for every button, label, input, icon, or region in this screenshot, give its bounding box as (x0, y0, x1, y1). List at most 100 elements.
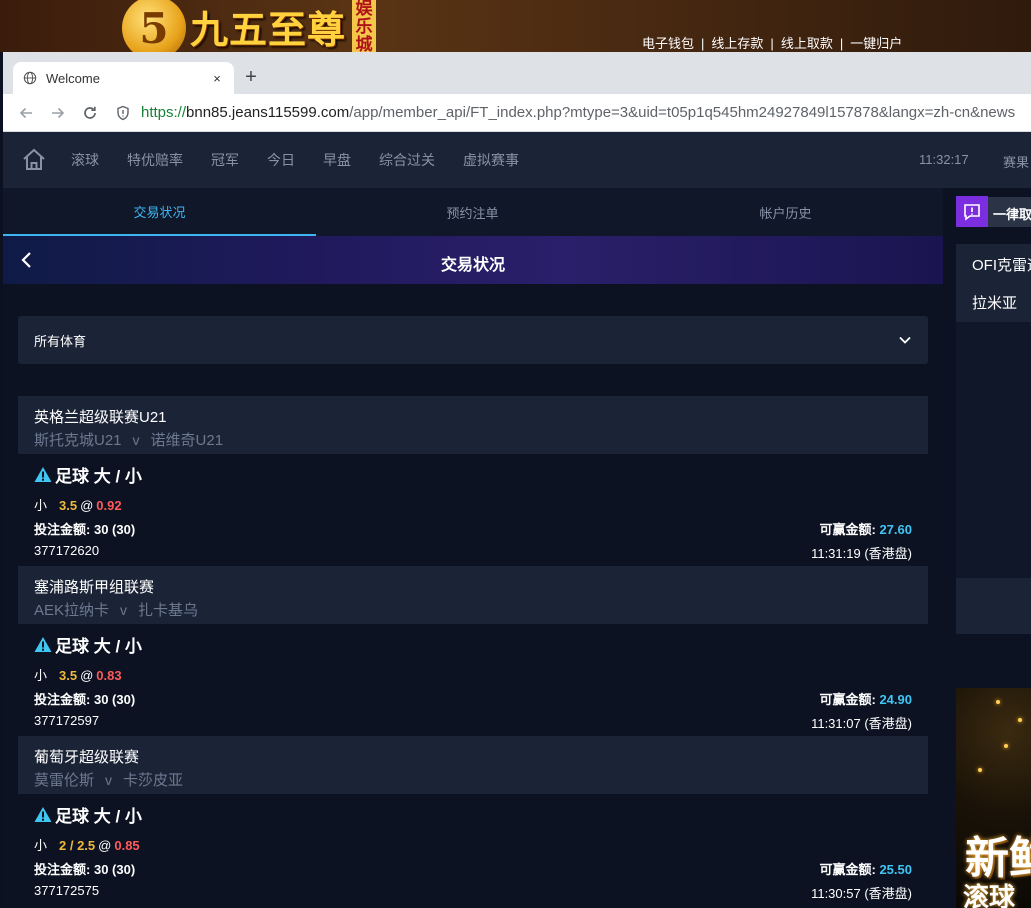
tab-account-history[interactable]: 帐户历史 (629, 188, 942, 236)
selection-odds: 0.83 (96, 668, 122, 683)
site-logo[interactable]: 5 九五至尊 娱乐城 (122, 0, 377, 60)
bet-time: 11:31:19 (香港盘) (811, 546, 912, 561)
nav-item-parlay[interactable]: 综合过关 (379, 150, 435, 170)
message-button[interactable] (956, 196, 988, 227)
win-label: 可赢金额: (819, 522, 876, 537)
home-icon[interactable] (21, 147, 47, 173)
nav-item-today[interactable]: 今日 (267, 150, 295, 170)
close-icon[interactable]: × (210, 71, 224, 86)
market-title: 足球 大 / 小 (34, 802, 142, 827)
stake-amount: 投注金额: 30 (30) (34, 689, 135, 708)
sport-filter-select[interactable]: 所有体育 (18, 316, 928, 364)
home-team: 莫雷伦斯 (34, 772, 95, 789)
page-title: 交易状况 (440, 257, 505, 274)
bet-time: 11:30:57 (香港盘) (811, 886, 912, 901)
market-name: 足球 大 / 小 (55, 637, 142, 656)
nav-item-virtual[interactable]: 虚拟赛事 (463, 150, 519, 170)
bet-selection: 小 3.5 @0.92 (34, 495, 122, 514)
right-panel-footer (956, 578, 1031, 634)
bet-selection: 小 2 / 2.5 @0.85 (34, 835, 140, 854)
link-separator: | (839, 36, 844, 51)
tab-strip: Welcome × + (3, 52, 1031, 94)
potential-win: 可赢金额: 24.90 (819, 689, 912, 708)
sport-filter-value: 所有体育 (34, 333, 87, 349)
nav-item-outrights[interactable]: 冠军 (211, 150, 239, 170)
right-panel-video-area (956, 322, 1031, 578)
market-name: 足球 大 / 小 (55, 807, 142, 826)
url-field[interactable]: https://bnn85.jeans115599.com/app/member… (141, 104, 1015, 121)
selection-at: @ (80, 498, 94, 513)
stake-value: 30 (30) (93, 692, 136, 707)
site-info-button[interactable] (113, 103, 133, 123)
bet-selection: 小 3.5 @0.83 (34, 665, 122, 684)
cancel-all-button[interactable]: 一律取消 (993, 204, 1031, 223)
ticket-id: 377172597 (34, 713, 100, 728)
potential-win: 可赢金额: 27.60 (819, 519, 912, 538)
away-team: 诺维奇U21 (150, 432, 224, 449)
url-scheme: https:// (141, 104, 187, 121)
sub-tabs: 交易状况 预约注单 帐户历史 (3, 188, 943, 236)
bet-details: 足球 大 / 小 小 3.5 @0.92 投注金额: 30 (30) 可赢金额: 2… (18, 454, 928, 566)
selection-line: 2 / 2.5 (59, 838, 96, 853)
versus: v (120, 602, 128, 618)
bet-match-header: 塞浦路斯甲组联赛 AEK拉纳卡 v 扎卡基乌 (18, 566, 928, 624)
nav-item-early[interactable]: 早盘 (323, 150, 351, 170)
shield-icon (117, 105, 129, 120)
selection-at: @ (98, 838, 112, 853)
right-panel-away-team: 拉米亚 (972, 295, 1018, 312)
arrow-left-icon (19, 107, 32, 118)
bet-details: 足球 大 / 小 小 3.5 @0.83 投注金额: 30 (30) 可赢金额: 2… (18, 624, 928, 736)
logo-badge: 娱乐城 (352, 0, 377, 52)
league-name: 塞浦路斯甲组联赛 (34, 579, 155, 596)
browser-window: Welcome × + https://bnn85.jeans115599.co… (3, 52, 1031, 908)
win-value: 27.60 (879, 522, 912, 537)
logo-text: 九五至尊 (190, 6, 347, 52)
chevron-down-icon (899, 336, 911, 344)
nav-item-results[interactable]: 赛果 (1003, 152, 1029, 171)
tab-title: Welcome (46, 70, 100, 86)
home-team: 斯托克城U21 (34, 432, 122, 449)
link-e-wallet[interactable]: 电子钱包 (642, 36, 694, 51)
stake-value: 30 (30) (93, 522, 136, 537)
new-tab-button[interactable]: + (241, 66, 261, 90)
selection-side: 小 (34, 668, 48, 683)
bet-match-header: 葡萄牙超级联赛 莫雷伦斯 v 卡莎皮亚 (18, 736, 928, 794)
stake-label: 投注金额: (34, 522, 91, 537)
promo-subtitle: 滚球 (963, 882, 1016, 908)
selection-line: 3.5 (59, 668, 78, 683)
stake-value: 30 (30) (93, 862, 136, 877)
screen: 5 九五至尊 娱乐城 电子钱包 | 线上存款 | 线上取款 | 一键归户 Welcome ×… (0, 0, 1031, 908)
versus: v (132, 432, 140, 448)
tab-transaction-status[interactable]: 交易状况 (3, 188, 316, 236)
sparkle (996, 700, 1000, 704)
away-team: 卡莎皮亚 (123, 772, 184, 789)
sparkle (1018, 718, 1022, 722)
win-label: 可赢金额: (819, 862, 876, 877)
stake-amount: 投注金额: 30 (30) (34, 519, 135, 538)
link-online-deposit[interactable]: 线上存款 (711, 36, 763, 51)
link-one-click-return[interactable]: 一键归户 (850, 36, 902, 51)
ticket-id: 377172575 (34, 883, 100, 898)
match-teams: 斯托克城U21 v 诺维奇U21 (34, 429, 912, 450)
link-online-withdraw[interactable]: 线上取款 (781, 36, 833, 51)
selection-side: 小 (34, 498, 48, 513)
win-label: 可赢金额: (819, 692, 876, 707)
site-banner: 5 九五至尊 娱乐城 电子钱包 | 线上存款 | 线上取款 | 一键归户 (0, 0, 1031, 60)
stake-label: 投注金额: (34, 862, 91, 877)
market-title: 足球 大 / 小 (34, 462, 142, 487)
reload-button[interactable] (77, 100, 103, 126)
sparkle (1004, 744, 1008, 748)
top-nav: 滚球 特优赔率 冠军 今日 早盘 综合过关 虚拟赛事 11:32:17 赛果 (3, 132, 1031, 188)
win-value: 25.50 (879, 862, 912, 877)
warning-icon (34, 467, 52, 482)
warning-icon (34, 637, 52, 652)
back-button[interactable] (13, 100, 39, 126)
forward-button[interactable] (45, 100, 71, 126)
nav-item-live[interactable]: 滚球 (71, 150, 99, 170)
browser-tab[interactable]: Welcome × (13, 62, 234, 94)
globe-icon (23, 71, 37, 85)
tab-pending-bets[interactable]: 预约注单 (316, 188, 629, 236)
nav-item-best-odds[interactable]: 特优赔率 (127, 150, 183, 170)
page-content: 滚球 特优赔率 冠军 今日 早盘 综合过关 虚拟赛事 11:32:17 赛果 交… (3, 132, 1031, 908)
message-alert-icon (964, 203, 980, 221)
